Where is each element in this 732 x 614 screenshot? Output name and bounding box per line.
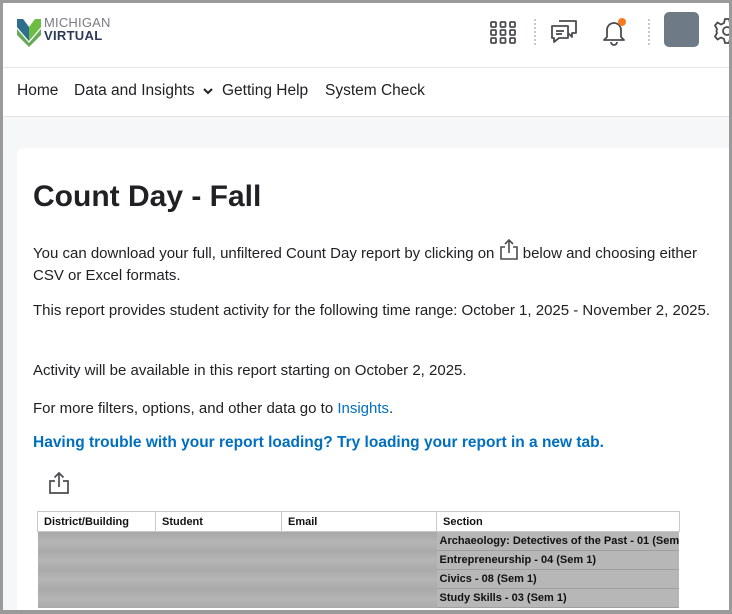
section-cell: Entrepreneurship - 04 (Sem 1) (436, 550, 680, 570)
column-header[interactable]: Email (281, 511, 437, 532)
nav-home[interactable]: Home (17, 82, 58, 100)
column-header[interactable]: District/Building (37, 511, 156, 532)
redacted-cell (281, 531, 437, 551)
nav-system-check[interactable]: System Check (325, 82, 425, 100)
redacted-cell (155, 588, 282, 608)
redacted-cell (37, 569, 156, 589)
more-filters-text-start: For more filters, options, and other dat… (33, 400, 334, 417)
availability-text: Activity will be available in this repor… (33, 362, 467, 379)
table-header-row: District/Building Student Email Section (37, 511, 680, 532)
header-separator (534, 19, 536, 45)
export-report-button[interactable] (47, 471, 71, 495)
table-row: Study Skills - 03 (Sem 1) (37, 588, 680, 608)
insights-link[interactable]: Insights (337, 400, 389, 417)
notification-dot (618, 18, 626, 26)
open-report-new-tab-link[interactable]: Having trouble with your report loading?… (33, 434, 604, 452)
gear-icon[interactable] (712, 16, 732, 46)
logo-mark-icon (17, 19, 41, 47)
header-separator (648, 19, 650, 45)
redacted-cell (155, 531, 282, 551)
table-row: Civics - 08 (Sem 1) (37, 569, 680, 589)
column-header[interactable]: Student (155, 511, 282, 532)
download-text-start: You can download your full, unfiltered C… (33, 245, 495, 262)
main-navigation: Home Data and Insights Getting Help Syst… (3, 68, 729, 117)
nav-data-and-insights[interactable]: Data and Insights (74, 82, 214, 100)
chevron-down-icon (203, 88, 213, 95)
table-row: Entrepreneurship - 04 (Sem 1) (37, 550, 680, 570)
redacted-cell (155, 550, 282, 570)
redacted-cell (37, 531, 156, 551)
logo-wordmark: MICHIGAN VIRTUAL (44, 16, 111, 42)
section-cell: Archaeology: Detectives of the Past - 01… (436, 531, 680, 551)
nav-data-and-insights-label: Data and Insights (74, 82, 195, 99)
michigan-virtual-logo[interactable]: MICHIGAN VIRTUAL (16, 13, 110, 51)
logo-line-2: VIRTUAL (44, 28, 103, 43)
table-row: Archaeology: Detectives of the Past - 01… (37, 531, 680, 551)
redacted-cell (37, 588, 156, 608)
browser-frame: MICHIGAN VIRTUAL Home Data and Insights … (0, 0, 732, 614)
export-icon (499, 238, 518, 260)
page-title: Count Day - Fall (33, 180, 262, 213)
section-cell: Civics - 08 (Sem 1) (436, 569, 680, 589)
section-cell: Study Skills - 03 (Sem 1) (436, 588, 680, 608)
bell-icon[interactable] (599, 17, 629, 47)
redacted-cell (155, 569, 282, 589)
redacted-cell (281, 588, 437, 608)
content-card: Count Day - Fall You can download your f… (17, 148, 729, 610)
more-filters-text: For more filters, options, and other dat… (33, 398, 723, 420)
top-header: MICHIGAN VIRTUAL (3, 3, 729, 68)
avatar[interactable] (664, 12, 699, 47)
nav-getting-help[interactable]: Getting Help (222, 82, 308, 100)
redacted-cell (37, 550, 156, 570)
column-header[interactable]: Section (436, 511, 680, 532)
redacted-cell (281, 550, 437, 570)
download-instructions: You can download your full, unfiltered C… (33, 238, 723, 287)
apps-grid-icon[interactable] (488, 17, 518, 47)
chat-icon[interactable] (549, 17, 579, 47)
more-filters-text-end: . (389, 400, 394, 417)
redacted-cell (281, 569, 437, 589)
report-table[interactable]: District/Building Student Email Section … (37, 511, 687, 610)
time-range-text: This report provides student activity fo… (33, 302, 711, 319)
